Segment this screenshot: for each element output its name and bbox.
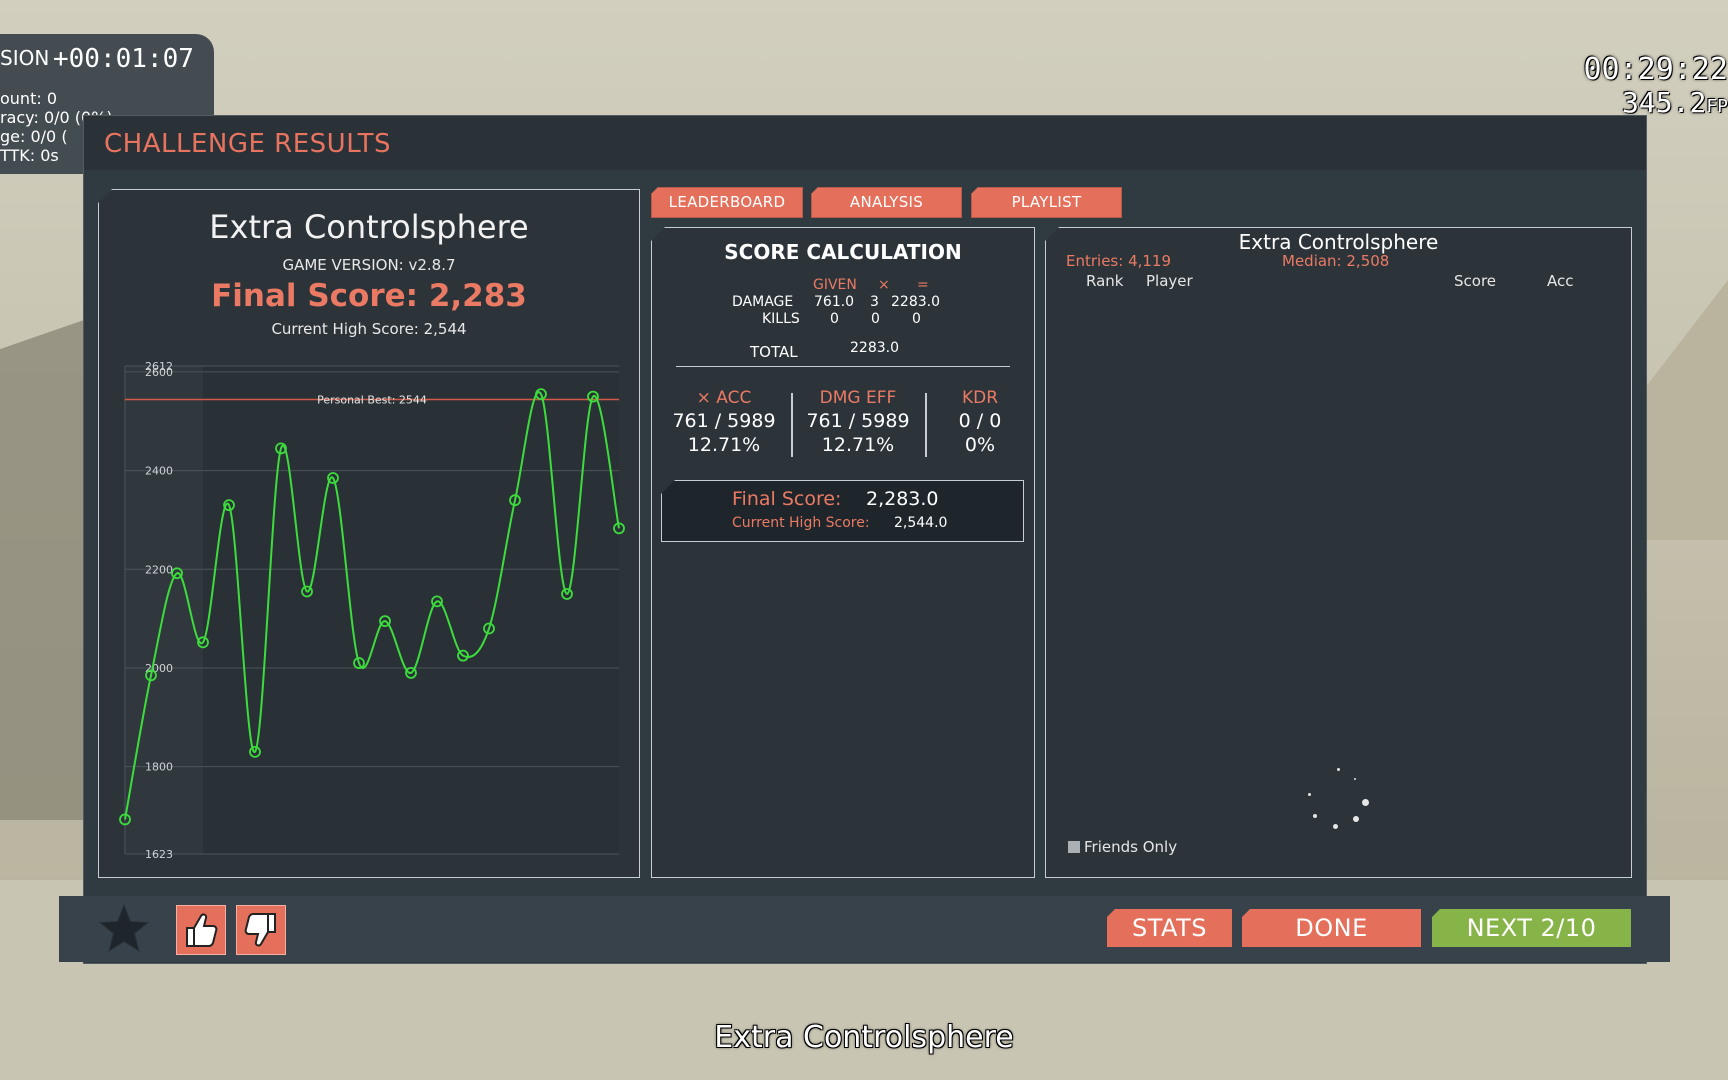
kdr-percent: 0% <box>964 434 996 456</box>
damage-efficiency-label: DMG EFF <box>819 388 897 408</box>
final-score-label: Final Score: <box>732 488 842 510</box>
leaderboard-panel: Extra Controlsphere Entries: 4,119 Media… <box>1045 227 1632 878</box>
hud-stat-count: ount: 0 <box>0 89 57 108</box>
thumbs-down-icon <box>244 913 276 947</box>
column-score[interactable]: Score <box>1454 272 1496 290</box>
kdr-stat: KDR 0 / 0 0% <box>920 388 1035 456</box>
stats-button[interactable]: STATS <box>1107 909 1232 947</box>
total-label: TOTAL <box>750 343 798 361</box>
damage-given: 761.0 <box>814 294 855 310</box>
chart-y-tick-label: 2400 <box>145 465 173 478</box>
final-score-box: Final Score: 2,283.0 Current High Score:… <box>661 480 1024 542</box>
session-timer: +00:01:07 <box>53 44 194 74</box>
entries-count: Entries: 4,119 <box>1066 252 1172 270</box>
spinner-dot <box>1337 768 1340 771</box>
high-score-label: Current High Score: <box>732 515 870 531</box>
friends-only-checkbox[interactable] <box>1068 841 1080 853</box>
total-divider <box>676 366 1010 367</box>
thumbs-up-icon <box>186 913 218 947</box>
score-summary-panel: Extra Controlsphere GAME VERSION: v2.8.7… <box>98 189 640 878</box>
favorite-star-icon[interactable] <box>98 903 150 955</box>
tab-analysis[interactable]: ANALYSIS <box>811 187 962 218</box>
game-clock: 00:29:22 <box>1583 52 1728 87</box>
thumbs-up-button[interactable] <box>176 905 226 955</box>
personal-best-label: Personal Best: 2544 <box>317 394 427 407</box>
done-button[interactable]: DONE <box>1242 909 1421 947</box>
total-value: 2283.0 <box>850 340 899 356</box>
spinner-dot <box>1308 793 1311 796</box>
spinner-dot <box>1333 824 1338 829</box>
damage-result: 2283.0 <box>891 294 940 310</box>
header-times: × <box>878 277 890 293</box>
action-bar <box>59 896 1670 962</box>
next-button[interactable]: NEXT 2/10 <box>1432 909 1631 947</box>
median-score: Median: 2,508 <box>1282 252 1390 270</box>
damage-multiplier: 3 <box>870 294 879 310</box>
accuracy-ratio: 761 / 5989 <box>672 410 776 432</box>
final-score-value: 2,283.0 <box>866 488 939 510</box>
thumbs-down-button[interactable] <box>236 905 286 955</box>
column-rank[interactable]: Rank <box>1086 272 1123 290</box>
window-title: CHALLENGE RESULTS <box>104 129 391 159</box>
friends-only-label: Friends Only <box>1084 838 1178 856</box>
spinner-dot <box>1362 799 1369 806</box>
window-title-bar: CHALLENGE RESULTS <box>84 116 1646 170</box>
kdr-ratio: 0 / 0 <box>958 410 1002 432</box>
chart-y-tick-label: 2000 <box>145 662 173 675</box>
kills-label: KILLS <box>762 311 800 327</box>
chart-y-tick-label: 1623 <box>145 848 173 861</box>
session-label: SION <box>0 46 50 70</box>
spinner-dot <box>1353 816 1359 822</box>
kills-result: 0 <box>912 311 921 327</box>
stat-divider <box>791 393 793 457</box>
hud-stat-ttk: TTK: 0s <box>0 146 59 165</box>
chart-y-tick-label: 2612 <box>145 360 173 373</box>
score-calc-title: SCORE CALCULATION <box>724 240 962 264</box>
game-version: GAME VERSION: v2.8.7 <box>282 256 456 274</box>
kills-given: 0 <box>830 311 839 327</box>
tab-playlist[interactable]: PLAYLIST <box>971 187 1122 218</box>
damage-efficiency-percent: 12.71% <box>821 434 895 456</box>
kdr-label: KDR <box>961 388 999 408</box>
final-score: Final Score: 2,283 <box>211 278 527 314</box>
header-given: GIVEN <box>813 277 857 293</box>
column-player[interactable]: Player <box>1146 272 1193 290</box>
spinner-dot <box>1354 778 1356 780</box>
scenario-subtitle: Extra Controlsphere <box>714 1020 1014 1055</box>
score-history-chart: 1623180020002200240026002612Personal Bes… <box>119 360 625 861</box>
header-equals: = <box>917 277 929 293</box>
high-score-value: 2,544.0 <box>894 515 948 531</box>
friends-only-toggle[interactable]: Friends Only <box>1068 838 1177 856</box>
tab-leaderboard[interactable]: LEADERBOARD <box>651 187 803 218</box>
kills-multiplier: 0 <box>871 311 880 327</box>
damage-efficiency-stat: DMG EFF 761 / 5989 12.71% <box>798 388 918 456</box>
column-acc[interactable]: Acc <box>1547 272 1574 290</box>
accuracy-percent: 12.71% <box>687 434 761 456</box>
score-calculation-panel: SCORE CALCULATION GIVEN × = DAMAGE 761.0… <box>651 227 1035 878</box>
damage-efficiency-ratio: 761 / 5989 <box>806 410 910 432</box>
leaderboard-title: Extra Controlsphere <box>1238 230 1439 254</box>
chart-y-tick-label: 1800 <box>145 761 173 774</box>
scenario-name: Extra Controlsphere <box>209 208 529 246</box>
current-high-score: Current High Score: 2,544 <box>271 320 467 338</box>
chart-y-tick-label: 2200 <box>145 563 173 576</box>
accuracy-stat: × ACC 761 / 5989 12.71% <box>664 388 784 456</box>
spinner-dot <box>1313 814 1317 818</box>
accuracy-label: × ACC <box>696 388 752 408</box>
damage-label: DAMAGE <box>732 294 794 310</box>
fps-unit: FP <box>1706 96 1728 117</box>
hud-stat-damage: ge: 0/0 ( <box>0 127 68 146</box>
